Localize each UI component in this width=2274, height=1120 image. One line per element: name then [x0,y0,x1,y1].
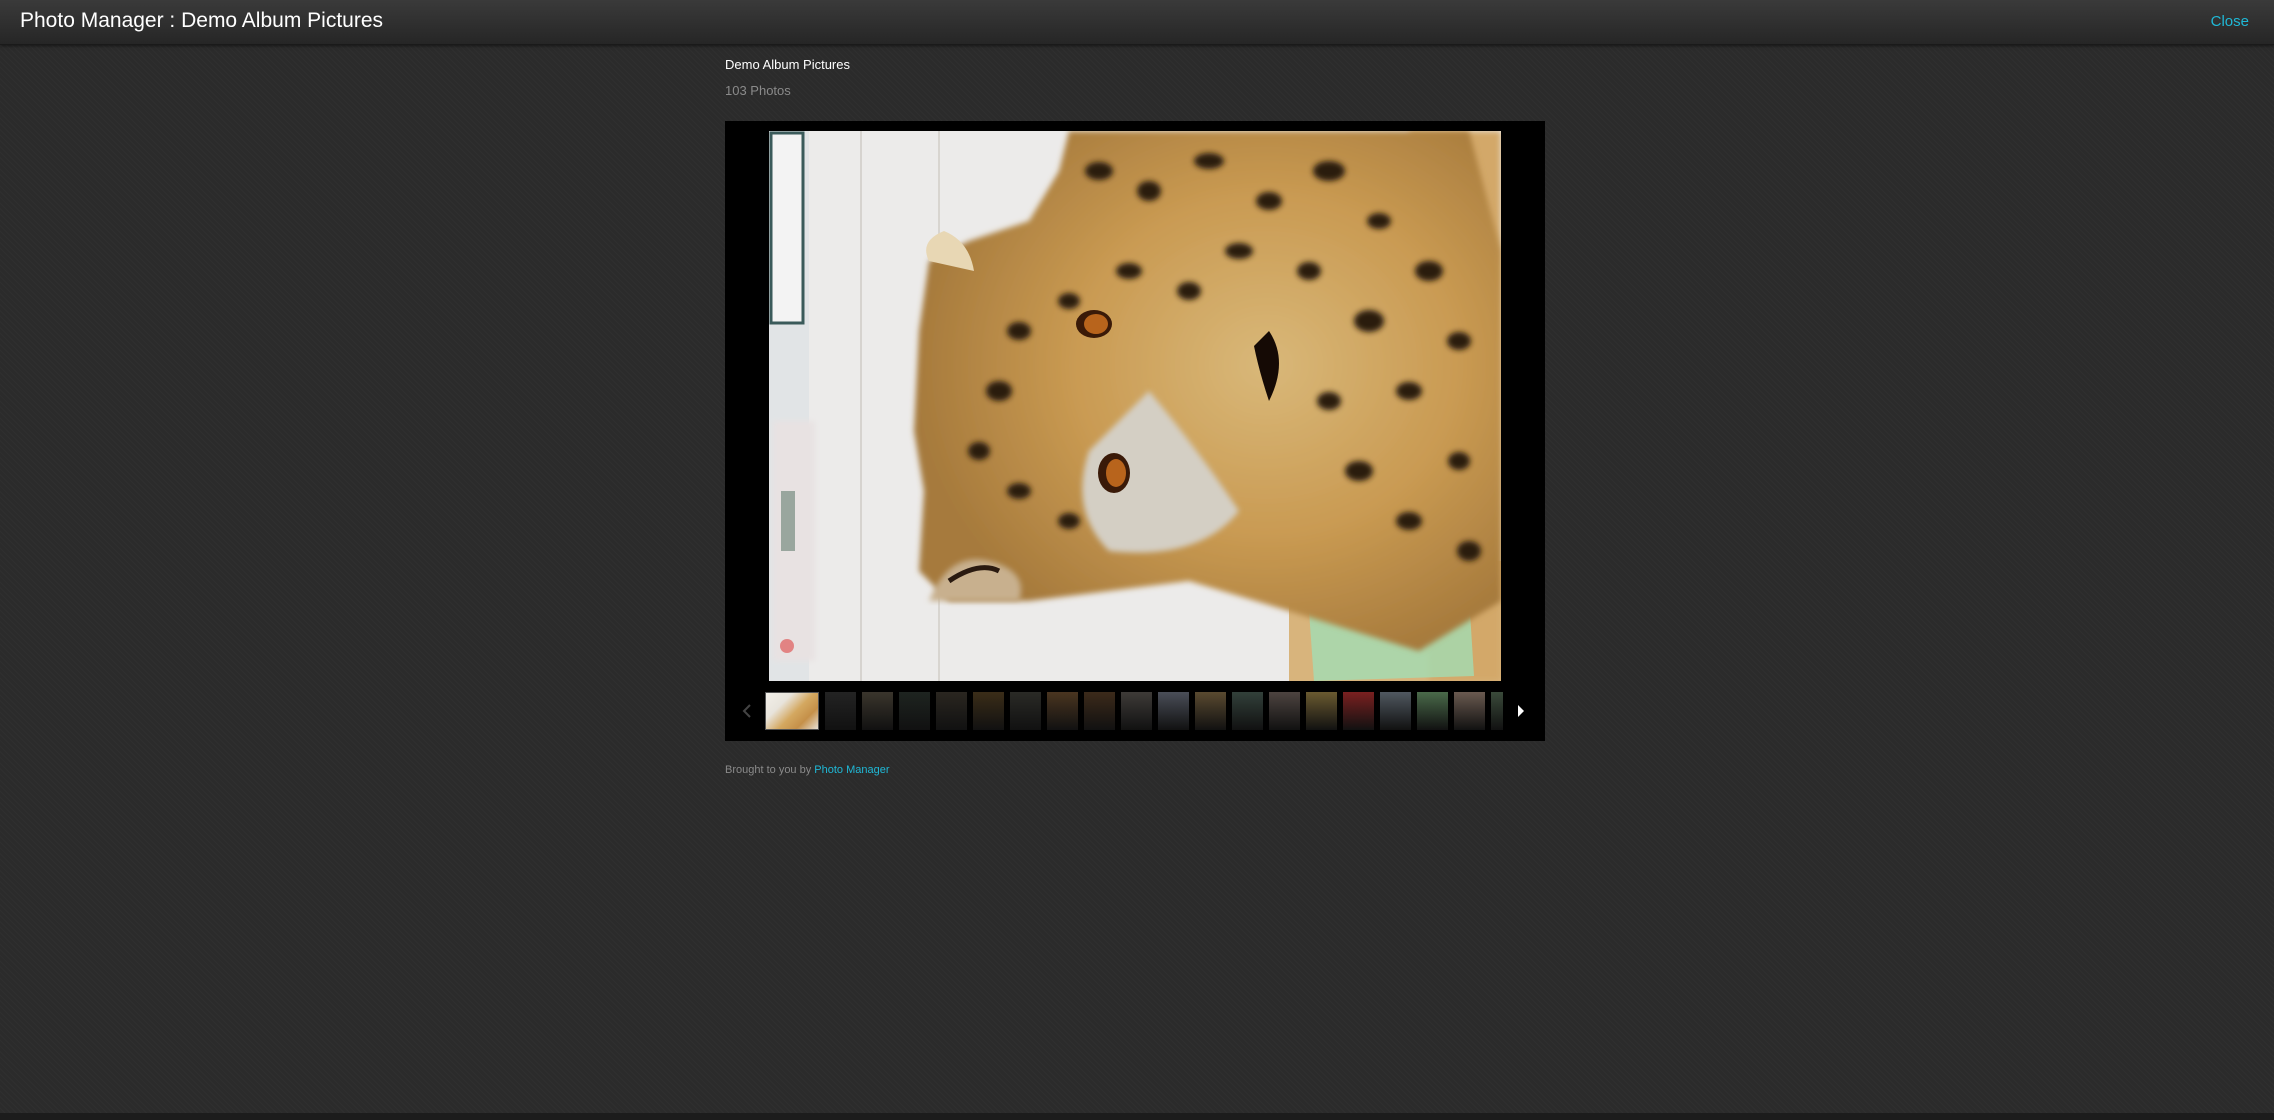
thumbnail[interactable] [899,692,930,730]
footer-prefix: Brought to you by [725,764,812,776]
thumbnail-list [765,692,1503,732]
photo-count: 103 Photos [725,83,791,98]
thumbnail[interactable] [1010,692,1041,730]
thumbnail[interactable] [936,692,967,730]
top-bar: Photo Manager : Demo Album Pictures Clos… [0,0,2274,45]
thumbnail[interactable] [1306,692,1337,730]
photo-manager-link[interactable]: Photo Manager [814,764,889,776]
close-button[interactable]: Close [2211,12,2249,32]
jaguar-photo [769,131,1501,681]
thumbnail[interactable] [1491,692,1503,730]
chevron-left-icon [742,704,751,718]
thumbnail[interactable] [1380,692,1411,730]
photo-viewer [725,121,1545,741]
thumbnail[interactable] [1417,692,1448,730]
thumbnail[interactable] [862,692,893,730]
thumbnail-strip [725,688,1545,734]
thumbnail[interactable] [1084,692,1115,730]
album-title: Demo Album Pictures [725,57,850,72]
thumbnail[interactable] [973,692,1004,730]
bottom-edge [0,1113,2274,1120]
footer: Brought to you by Photo Manager [725,762,890,778]
next-button[interactable] [1509,688,1533,734]
thumbnail[interactable] [1158,692,1189,730]
page-title: Photo Manager : Demo Album Pictures [20,9,384,32]
thumbnail[interactable] [1195,692,1226,730]
thumbnail[interactable] [825,692,856,730]
thumbnail[interactable] [1269,692,1300,730]
thumbnail-selected[interactable] [765,692,819,730]
main-photo[interactable] [769,131,1501,681]
thumbnail[interactable] [1343,692,1374,730]
thumbnail[interactable] [1121,692,1152,730]
previous-button[interactable] [735,688,759,734]
thumbnail[interactable] [1047,692,1078,730]
chevron-right-icon [1518,705,1524,717]
thumbnail[interactable] [1232,692,1263,730]
thumbnail[interactable] [1454,692,1485,730]
